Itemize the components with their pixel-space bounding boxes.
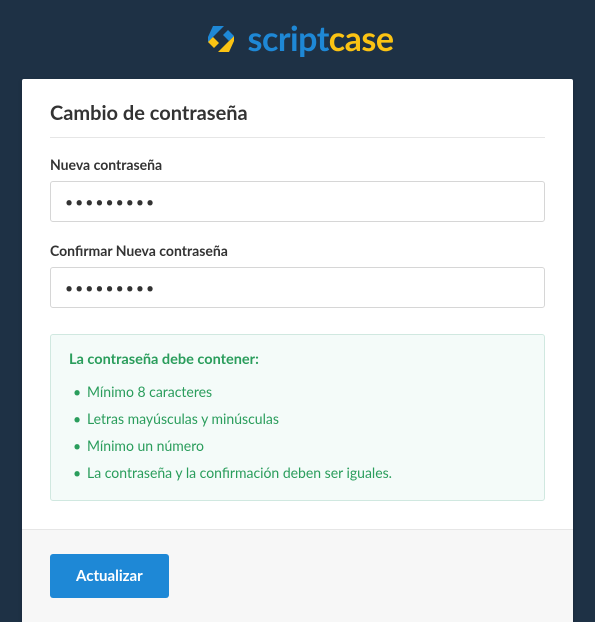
password-change-card: Cambio de contraseña Nueva contraseña Co… (22, 79, 573, 622)
password-rule-item: Mínimo 8 caracteres (69, 378, 526, 405)
brand-name: scriptcase (248, 18, 394, 59)
password-rules-list: Mínimo 8 caracteres Letras mayúsculas y … (69, 378, 526, 486)
card-body: Cambio de contraseña Nueva contraseña Co… (22, 79, 573, 529)
confirm-password-label: Confirmar Nueva contraseña (50, 242, 545, 259)
new-password-input[interactable] (50, 181, 545, 222)
password-rules-title: La contraseña debe contener: (69, 351, 526, 368)
password-rule-item: La contraseña y la confirmación deben se… (69, 459, 526, 486)
scriptcase-icon (202, 20, 240, 58)
brand-logo: scriptcase (202, 18, 394, 59)
new-password-label: Nueva contraseña (50, 156, 545, 173)
brand-header: scriptcase (22, 18, 573, 59)
password-rules-box: La contraseña debe contener: Mínimo 8 ca… (50, 334, 545, 501)
confirm-password-input[interactable] (50, 267, 545, 308)
card-footer: Actualizar (22, 529, 573, 622)
page-title: Cambio de contraseña (50, 101, 545, 138)
password-rule-item: Letras mayúsculas y minúsculas (69, 405, 526, 432)
submit-button[interactable]: Actualizar (50, 554, 169, 598)
password-rule-item: Mínimo un número (69, 432, 526, 459)
